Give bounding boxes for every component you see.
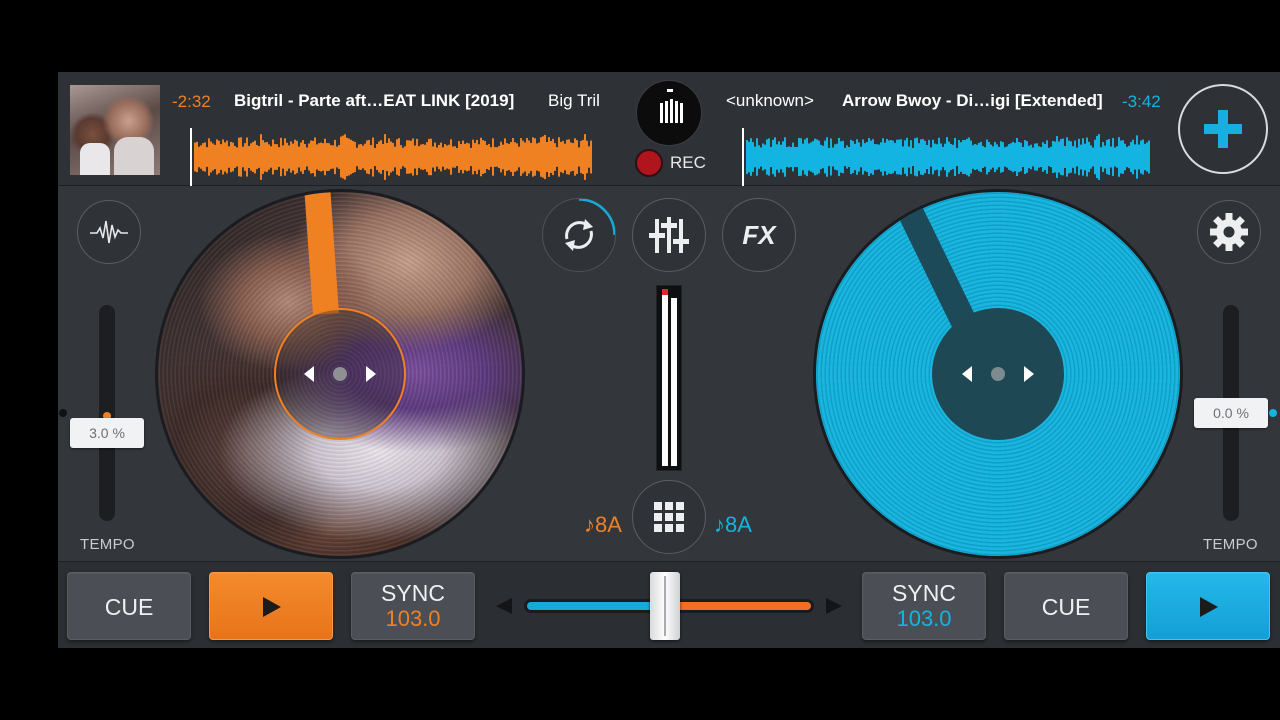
transport-bar: CUE SYNC 103.0 SYNC 103.0 CUE — [58, 561, 1280, 648]
deck-a-cover-art[interactable] — [70, 85, 160, 175]
fx-button[interactable]: FX — [722, 198, 796, 272]
waveform-icon — [90, 220, 128, 244]
deck-a-tempo-marker — [59, 409, 67, 417]
deck-b-tempo-marker — [1269, 409, 1277, 417]
deck-a-bpm: 103.0 — [385, 606, 441, 631]
record-button[interactable] — [635, 149, 663, 177]
deck-b-key[interactable]: ♪8A — [714, 512, 752, 538]
deck-a-sync-label: SYNC — [381, 580, 445, 606]
recorder-logo-icon[interactable] — [636, 80, 702, 146]
deck-a-time-remaining: -2:32 — [172, 92, 211, 111]
master-level-meter — [656, 285, 682, 471]
nudge-left-icon — [304, 366, 314, 382]
deck-a-track-title: Bigtril - Parte aft…EAT LINK [2019] — [234, 91, 515, 110]
deck-a-waveform[interactable] — [180, 128, 592, 186]
mixer-button[interactable] — [632, 198, 706, 272]
loop-button[interactable] — [542, 198, 616, 272]
deck-b-bpm: 103.0 — [896, 606, 952, 631]
deck-a-play-button[interactable] — [209, 572, 333, 640]
deck-b-turntable[interactable] — [813, 189, 1183, 559]
deck-b-cue-label: CUE — [1041, 594, 1091, 620]
waveform-view-button[interactable] — [77, 200, 141, 264]
deck-b-time-remaining: -3:42 — [1122, 92, 1161, 111]
crossfader-deck-b-side — [527, 602, 667, 610]
deck-b-track-artist: <unknown> — [726, 91, 814, 110]
deck-a-turntable[interactable] — [155, 189, 525, 559]
play-icon — [1200, 597, 1218, 617]
deck-a-tempo-label: TEMPO — [80, 536, 135, 553]
mixer-sliders-icon — [649, 217, 689, 253]
deck-b-tempo-value[interactable]: 0.0 % — [1194, 398, 1268, 428]
deck-b-play-button[interactable] — [1146, 572, 1270, 640]
crossfader-right-arrow-icon — [826, 598, 842, 614]
center-dot-icon — [991, 367, 1005, 381]
pads-button[interactable] — [632, 480, 706, 554]
deck-a-platter-center[interactable] — [274, 308, 406, 440]
crossfader[interactable] — [494, 572, 844, 640]
plus-icon — [1204, 110, 1242, 148]
record-label: REC — [670, 153, 706, 172]
deck-b-platter-center[interactable] — [932, 308, 1064, 440]
deck-b-waveform[interactable] — [734, 128, 1150, 186]
deck-b-tempo-label: TEMPO — [1203, 536, 1258, 553]
deck-b-sync-label: SYNC — [892, 580, 956, 606]
deck-a-sync-button[interactable]: SYNC 103.0 — [351, 572, 475, 640]
crossfader-handle[interactable] — [650, 572, 680, 640]
gear-icon — [1210, 213, 1248, 251]
crossfader-deck-a-side — [671, 602, 811, 610]
deck-a-cue-button[interactable]: CUE — [67, 572, 191, 640]
play-icon — [263, 597, 281, 617]
nudge-right-icon — [366, 366, 376, 382]
deck-a-key[interactable]: ♪8A — [584, 512, 622, 538]
nudge-left-icon — [962, 366, 972, 382]
settings-button[interactable] — [1197, 200, 1261, 264]
deck-b-track-title: Arrow Bwoy - Di…igi [Extended] — [842, 91, 1103, 110]
deck-a-cue-label: CUE — [104, 594, 154, 620]
nudge-right-icon — [1024, 366, 1034, 382]
deck-b-cue-button[interactable]: CUE — [1004, 572, 1128, 640]
loop-icon — [565, 199, 615, 251]
crossfader-left-arrow-icon — [496, 598, 512, 614]
header: -2:32 Bigtril - Parte aft…EAT LINK [2019… — [58, 72, 1280, 186]
fx-label: FX — [742, 220, 776, 250]
dj-app: -2:32 Bigtril - Parte aft…EAT LINK [2019… — [58, 72, 1280, 648]
grid-icon — [654, 502, 684, 532]
add-track-button[interactable] — [1178, 84, 1268, 174]
center-dot-icon — [333, 367, 347, 381]
deck-b-sync-button[interactable]: SYNC 103.0 — [862, 572, 986, 640]
deck-a-track-artist: Big Tril — [548, 91, 600, 110]
deck-a-tempo-value[interactable]: 3.0 % — [70, 418, 144, 448]
